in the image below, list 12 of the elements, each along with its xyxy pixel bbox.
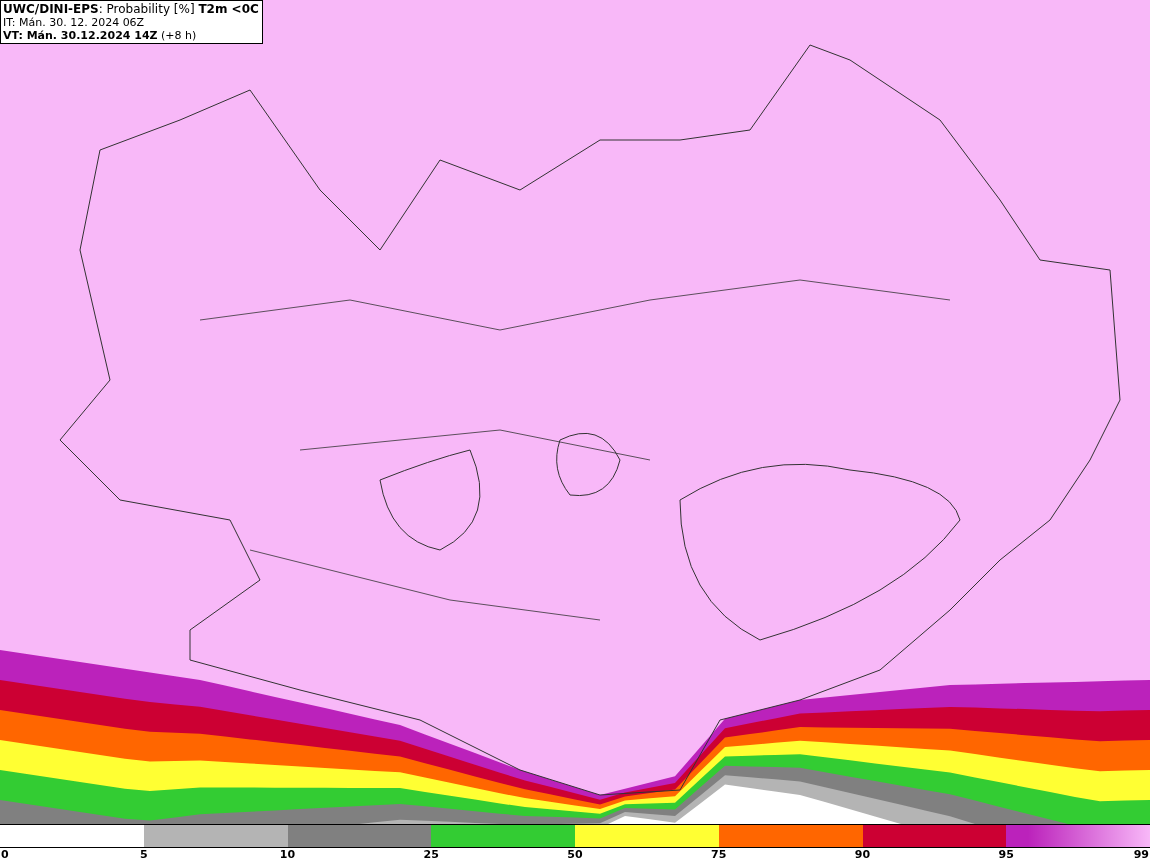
- legend-label: 0: [1, 848, 9, 862]
- legend-label: 75: [711, 848, 727, 862]
- legend-label: 90: [854, 848, 871, 862]
- legend-label: 99: [1133, 848, 1149, 862]
- legend-label: 5: [139, 848, 148, 862]
- legend-label: 95: [998, 848, 1014, 862]
- title-line: IT: Mán. 30. 12. 2024 06Z: [3, 16, 146, 29]
- legend-label: 50: [567, 848, 583, 862]
- legend-label: 25: [423, 848, 439, 862]
- legend-label: 10: [279, 848, 296, 862]
- title-line: UWC/DINI-EPS: Probability [%] T2m <0C: [3, 2, 259, 16]
- title-line: VT: Mán. 30.12.2024 14Z (+8 h): [3, 29, 198, 42]
